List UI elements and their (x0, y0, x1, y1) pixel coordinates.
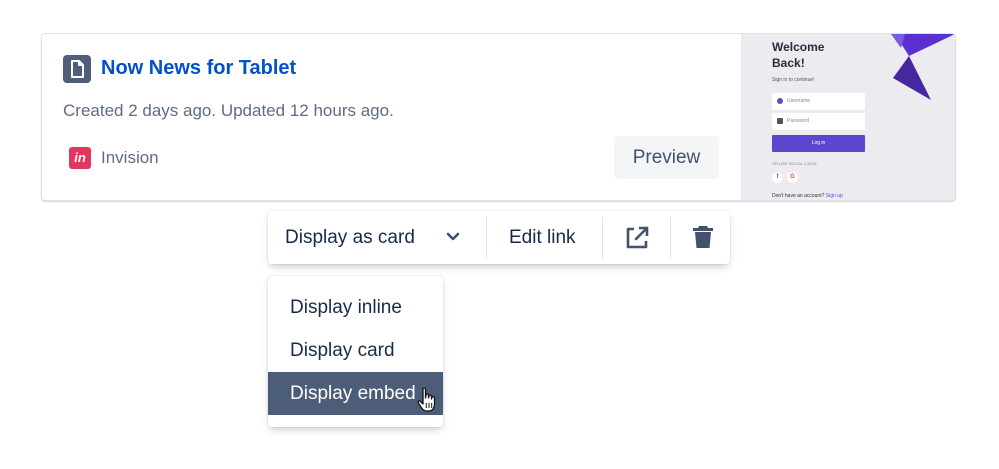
preview-button[interactable]: Preview (614, 136, 719, 179)
thumb-social-label: OR USE SOCIAL LOGIN (772, 161, 817, 166)
trash-icon (693, 226, 713, 248)
external-link-icon (626, 226, 649, 249)
user-icon (777, 98, 783, 104)
card-title-link[interactable]: Now News for Tablet (101, 57, 296, 80)
menu-item-display-inline[interactable]: Display inline (268, 286, 443, 329)
thumb-login-button: Log in (772, 135, 865, 152)
edit-link-button[interactable]: Edit link (487, 211, 602, 264)
thumb-username-field: Username (772, 93, 865, 110)
hand-cursor-icon (417, 387, 436, 412)
document-icon (63, 55, 91, 83)
brand-logo-icon (891, 34, 955, 100)
thumb-password-placeholder: Password (787, 118, 809, 124)
open-link-button[interactable] (603, 211, 670, 264)
display-mode-label: Display as card (285, 227, 415, 248)
invision-icon: in (69, 147, 91, 169)
card-meta-text: Created 2 days ago. Updated 12 hours ago… (63, 101, 394, 120)
thumb-no-account: Don't have an account? (772, 193, 825, 199)
google-icon: G (787, 172, 798, 183)
thumb-welcome-text: Welcome Back! (772, 40, 825, 70)
link-toolbar: Display as card Edit link (268, 211, 730, 264)
menu-item-label: Display embed (290, 383, 416, 404)
menu-item-display-card[interactable]: Display card (268, 329, 443, 372)
menu-item-label: Display card (290, 340, 395, 361)
display-mode-dropdown[interactable]: Display as card (268, 211, 486, 264)
menu-item-label: Display inline (290, 297, 402, 318)
provider-name: Invision (101, 148, 159, 167)
edit-link-label: Edit link (509, 227, 576, 248)
card-thumbnail: Welcome Back! Sign in to continue! Usern… (741, 34, 955, 200)
facebook-icon: f (772, 172, 783, 183)
smart-link-card[interactable]: Now News for Tablet Created 2 days ago. … (41, 33, 956, 201)
thumb-username-placeholder: Username (787, 98, 811, 104)
thumb-account-text: Don't have an account? Sign up (772, 193, 843, 199)
delete-link-button[interactable] (671, 211, 730, 264)
chevron-down-icon (446, 232, 460, 241)
thumb-subtitle: Sign in to continue! (772, 77, 815, 83)
thumb-password-field: Password (772, 113, 865, 130)
thumb-signup-link: Sign up (825, 193, 843, 199)
lock-icon (777, 118, 783, 124)
